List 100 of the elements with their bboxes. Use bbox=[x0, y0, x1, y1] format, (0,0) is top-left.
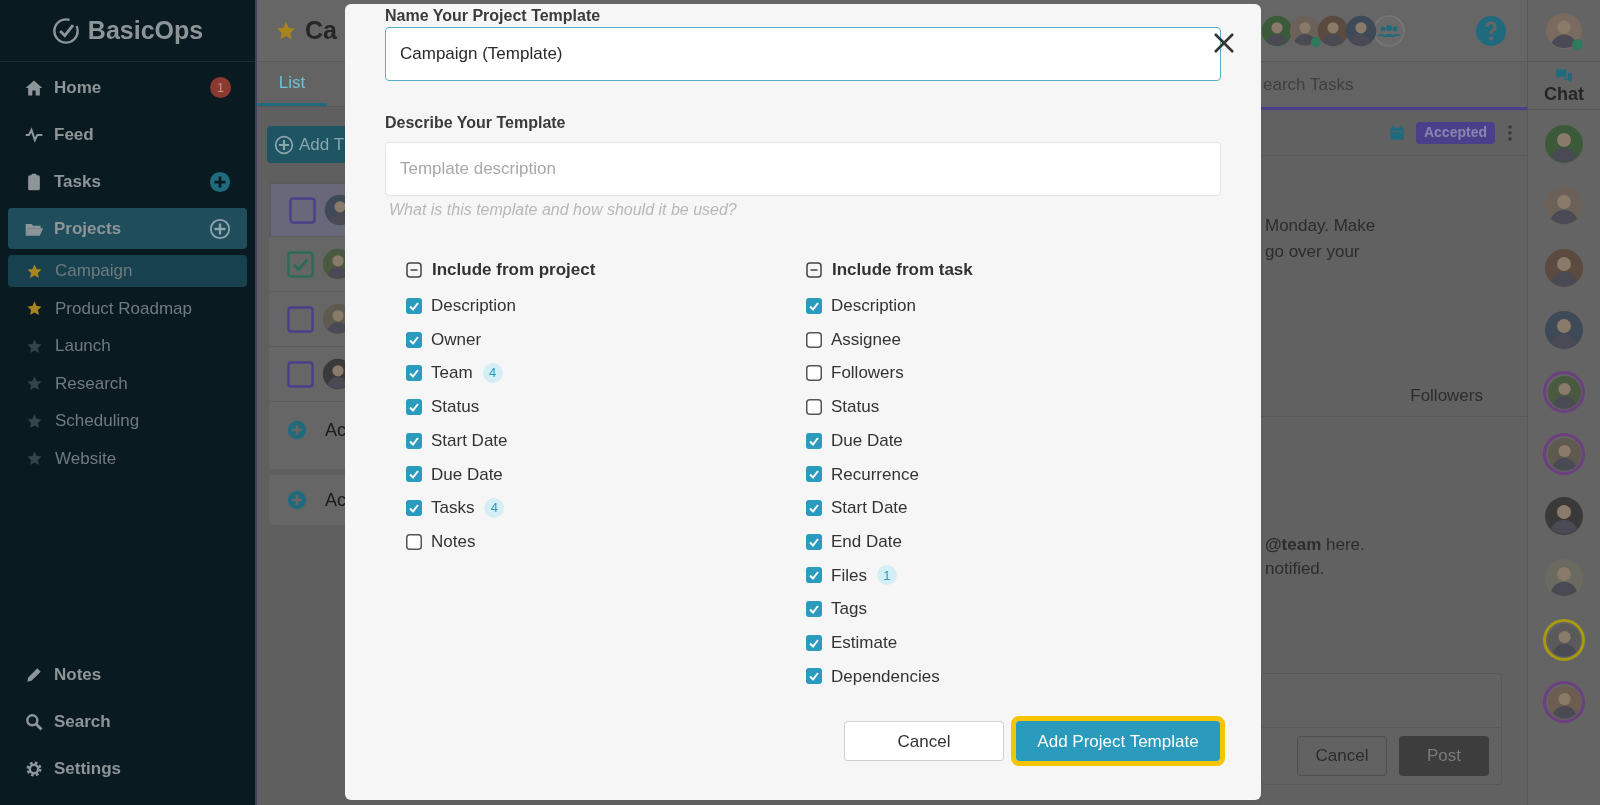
checkbox-label: Tags bbox=[831, 598, 867, 621]
checkbox[interactable] bbox=[287, 305, 314, 333]
checkbox[interactable] bbox=[287, 250, 314, 278]
checkbox[interactable] bbox=[406, 398, 422, 415]
sidebar-item[interactable]: Feed bbox=[8, 114, 247, 155]
project-item[interactable]: Website bbox=[8, 442, 247, 475]
checkbox-label: Due Date bbox=[831, 429, 903, 452]
checkbox[interactable] bbox=[806, 567, 822, 584]
checkbox-label: Description bbox=[431, 295, 517, 318]
checkbox[interactable] bbox=[806, 331, 822, 348]
collapse-icon[interactable] bbox=[806, 262, 822, 278]
star-icon bbox=[26, 300, 43, 317]
checkbox[interactable] bbox=[806, 466, 822, 483]
button-label: Add T bbox=[299, 133, 345, 156]
chat-icon bbox=[1554, 67, 1574, 84]
project-item[interactable]: Research bbox=[8, 367, 247, 400]
checkbox-label: Start Date bbox=[831, 497, 908, 520]
add-task-button[interactable]: Add T bbox=[267, 126, 347, 163]
checkbox[interactable] bbox=[289, 196, 316, 224]
post-button[interactable]: Post bbox=[1399, 736, 1489, 776]
checkbox[interactable] bbox=[406, 499, 422, 516]
sidebar-label: Notes bbox=[54, 663, 102, 686]
checkbox[interactable] bbox=[806, 499, 822, 516]
sidebar-label: Search bbox=[54, 710, 111, 733]
team-icon[interactable] bbox=[1373, 14, 1405, 47]
checkbox[interactable] bbox=[806, 365, 822, 382]
field-label: Name Your Project Template bbox=[385, 6, 602, 26]
count-badge: 4 bbox=[482, 363, 503, 384]
project-label: Campaign bbox=[55, 260, 133, 283]
sidebar-item[interactable]: Projects bbox=[8, 208, 247, 249]
column-heading: Include from task bbox=[832, 259, 973, 282]
avatar-icon bbox=[1289, 14, 1321, 47]
name-input[interactable]: Campaign (Template) bbox=[385, 27, 1221, 81]
checkbox[interactable] bbox=[406, 432, 422, 449]
checkbox[interactable] bbox=[406, 365, 422, 382]
count-badge: 1 bbox=[876, 565, 897, 586]
checkbox-label: Notes bbox=[431, 530, 476, 553]
project-item[interactable]: Scheduling bbox=[8, 405, 247, 437]
task-row[interactable] bbox=[269, 182, 347, 237]
field-hint: What is this template and how should it be used? bbox=[388, 200, 738, 220]
add-icon[interactable] bbox=[209, 170, 231, 193]
project-label: Product Roadmap bbox=[55, 297, 193, 320]
field-label: Describe Your Template bbox=[385, 113, 567, 133]
status-badge: Accepted bbox=[1415, 121, 1495, 144]
add-row-label: Ac bbox=[325, 418, 346, 442]
project-label: Research bbox=[55, 372, 128, 395]
checkbox-label: Description bbox=[831, 295, 917, 318]
add-icon bbox=[287, 490, 307, 510]
checkbox[interactable] bbox=[287, 360, 314, 388]
collapse-icon[interactable] bbox=[406, 262, 422, 278]
checkbox-label: Assignee bbox=[831, 328, 901, 351]
project-item[interactable]: Product Roadmap bbox=[8, 292, 247, 325]
sidebar-item[interactable]: Settings bbox=[8, 748, 247, 789]
checkbox-label: Status bbox=[831, 396, 880, 419]
checkbox-label: Tasks bbox=[431, 497, 475, 520]
checkbox[interactable] bbox=[806, 398, 822, 415]
checkbox[interactable] bbox=[806, 634, 822, 651]
column-heading: Include from project bbox=[432, 259, 596, 282]
sidebar-label: Settings bbox=[54, 757, 122, 780]
add-icon bbox=[274, 134, 294, 155]
project-item[interactable]: Campaign bbox=[8, 255, 247, 287]
checkbox[interactable] bbox=[406, 466, 422, 483]
checkbox-label: Owner bbox=[431, 328, 482, 351]
sidebar-item[interactable]: Home 1 bbox=[8, 67, 247, 108]
sidebar-label: Tasks bbox=[54, 170, 102, 193]
checkbox-label: Estimate bbox=[831, 631, 898, 654]
add-icon bbox=[287, 420, 307, 440]
star-icon bbox=[26, 262, 43, 280]
project-item[interactable]: Launch bbox=[8, 330, 247, 362]
sidebar-item[interactable]: Notes bbox=[8, 654, 247, 695]
checkbox-label: Start Date bbox=[431, 429, 508, 452]
checkbox[interactable] bbox=[806, 601, 822, 618]
project-label: Launch bbox=[55, 335, 111, 358]
checkbox-label: Recurrence bbox=[831, 463, 919, 486]
checkbox[interactable] bbox=[406, 533, 422, 550]
checkbox[interactable] bbox=[806, 668, 822, 685]
checkbox-label: Followers bbox=[831, 362, 904, 385]
add-row[interactable]: Ac bbox=[269, 402, 347, 458]
more-icon[interactable] bbox=[1507, 123, 1513, 142]
logo-icon bbox=[51, 16, 80, 45]
checkbox[interactable] bbox=[806, 533, 822, 550]
sidebar-label: Home bbox=[54, 76, 103, 99]
star-icon bbox=[26, 337, 43, 355]
checkbox[interactable] bbox=[806, 297, 822, 314]
checkbox[interactable] bbox=[806, 432, 822, 449]
checkbox-label: Due Date bbox=[431, 463, 503, 486]
chat-tab[interactable]: Chat bbox=[1528, 62, 1600, 110]
sidebar-item[interactable]: Search bbox=[8, 701, 247, 742]
checkbox-label: Files bbox=[831, 564, 867, 587]
checkbox[interactable] bbox=[406, 331, 422, 348]
close-icon[interactable] bbox=[1213, 32, 1235, 54]
project-label: Website bbox=[55, 447, 117, 470]
star-icon bbox=[26, 412, 43, 430]
checkbox[interactable] bbox=[406, 297, 422, 314]
sidebar-item[interactable]: Tasks bbox=[8, 161, 247, 202]
cancel-button[interactable]: Cancel bbox=[844, 721, 1004, 762]
checkbox-label: Dependencies bbox=[831, 665, 940, 688]
add-icon[interactable] bbox=[209, 217, 231, 240]
sidebar-label: Feed bbox=[54, 123, 95, 146]
description-input[interactable]: Template description bbox=[385, 142, 1221, 196]
